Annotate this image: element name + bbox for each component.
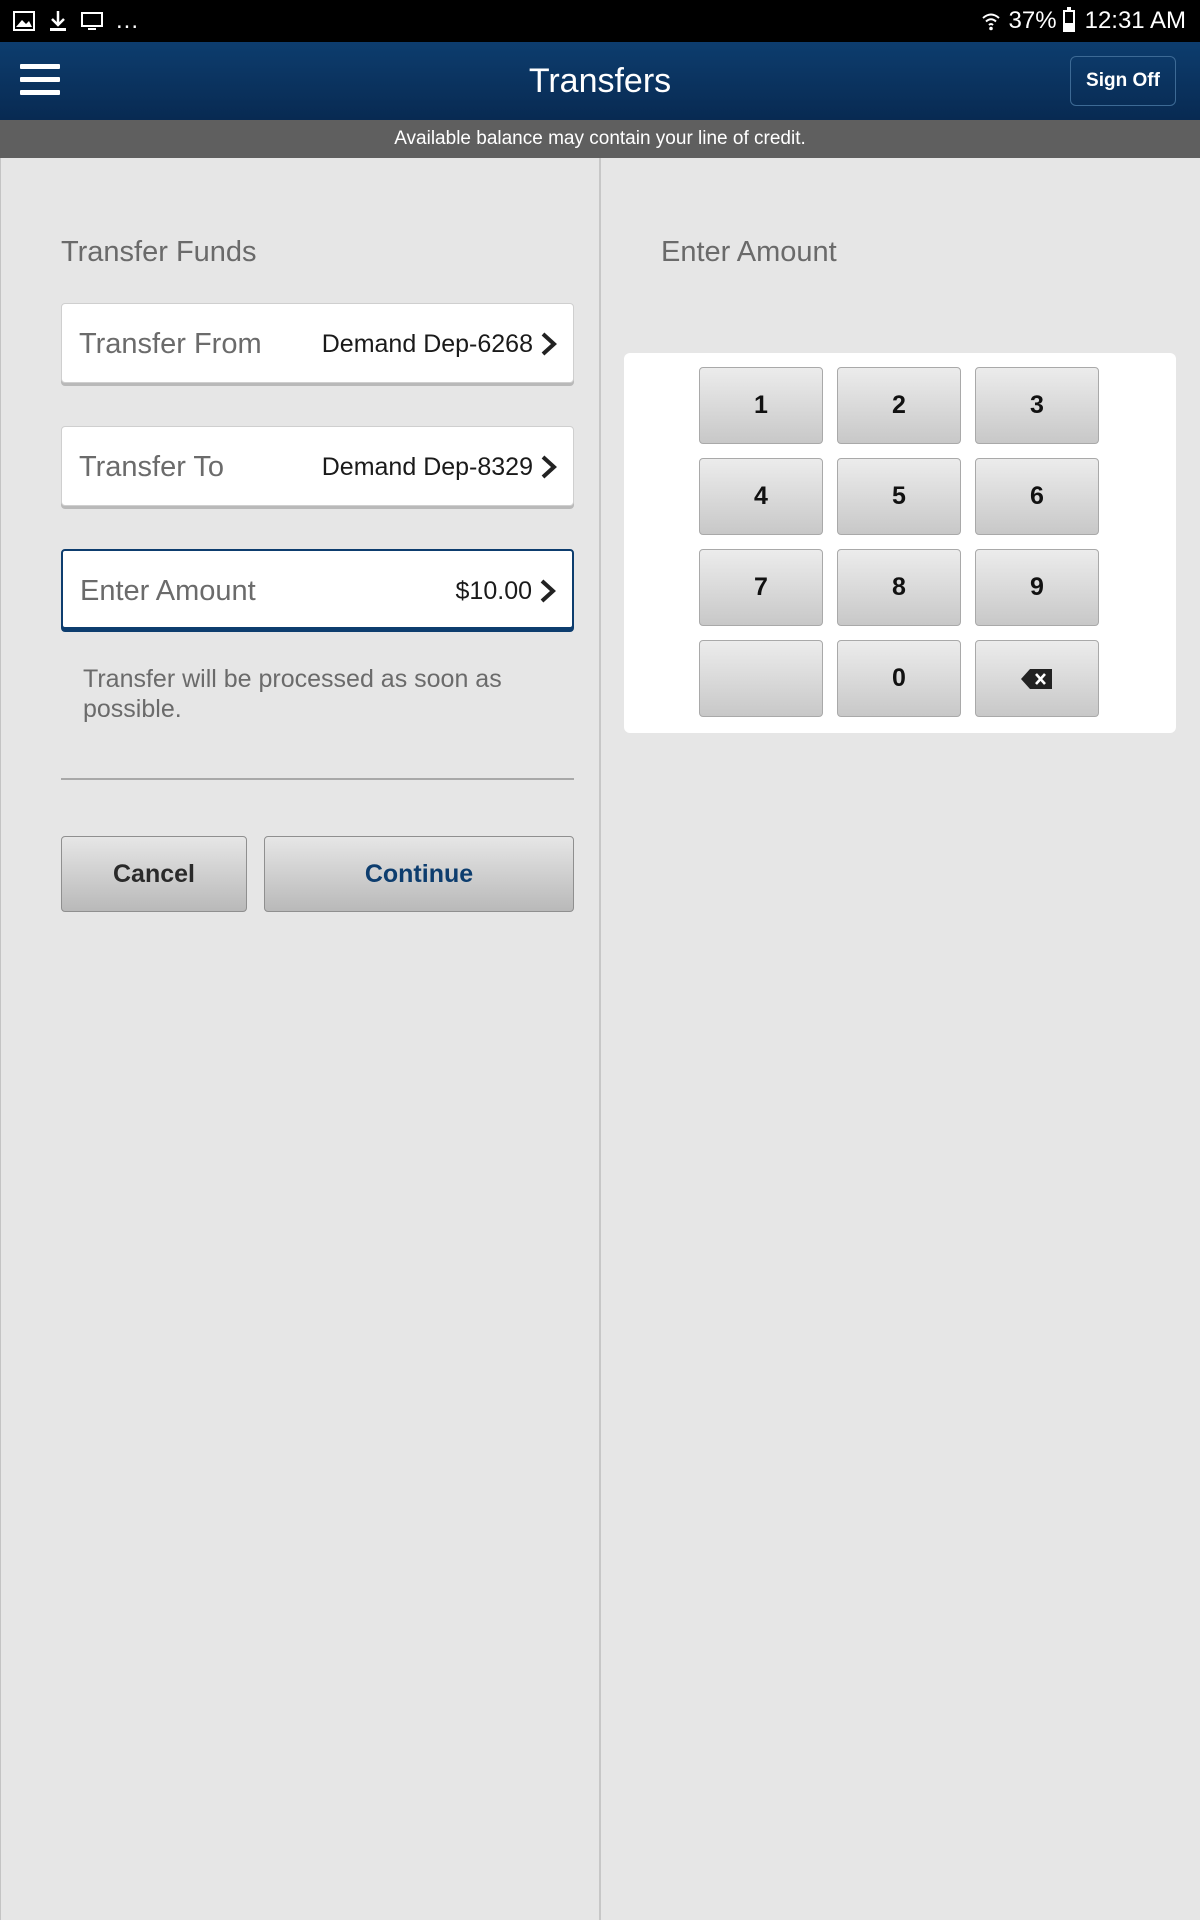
transfer-form-pane [0,158,600,1920]
processing-note: Transfer will be processed as soon as po… [83,665,502,723]
key-4[interactable]: 4 [699,458,823,535]
download-icon [46,9,70,33]
screen-cast-icon [80,9,104,33]
chevron-right-icon [541,455,557,479]
key-7[interactable]: 7 [699,549,823,626]
transfer-funds-heading: Transfer Funds [61,236,257,268]
transfer-from-field[interactable]: Transfer From Demand Dep-6268 [61,303,574,383]
key-6[interactable]: 6 [975,458,1099,535]
key-8[interactable]: 8 [837,549,961,626]
enter-amount-heading: Enter Amount [661,236,837,268]
key-2[interactable]: 2 [837,367,961,444]
credit-notice-banner: Available balance may contain your line … [0,120,1200,158]
transfer-from-value: Demand Dep-6268 [321,330,533,358]
status-bar-left: ... [12,0,139,42]
enter-amount-value: $10.00 [455,577,532,605]
enter-amount-field[interactable]: Enter Amount $10.00 [61,549,574,629]
key-1[interactable]: 1 [699,367,823,444]
chevron-right-icon [541,332,557,356]
transfer-to-value: Demand Dep-8329 [321,453,533,481]
more-notifications: ... [116,7,140,34]
clock: 12:31 AM [1084,7,1186,34]
status-bar-right: 37% 12:31 AM [979,0,1186,42]
key-3[interactable]: 3 [975,367,1099,444]
backspace-icon [1021,668,1052,689]
key-blank[interactable] [699,640,823,717]
transfer-to-label: Transfer To [79,451,225,483]
key-0[interactable]: 0 [837,640,961,717]
battery-icon [1062,7,1075,32]
form-separator [61,778,574,780]
chevron-right-icon [540,579,556,603]
status-bar: ... 37% 12:31 AM [0,0,1200,42]
app-header: Transfers Sign Off [0,42,1200,120]
continue-button[interactable]: Continue [264,836,574,912]
enter-amount-label: Enter Amount [80,575,256,607]
page-title: Transfers [528,62,672,100]
transfer-to-field[interactable]: Transfer To Demand Dep-8329 [61,426,574,506]
sign-off-button[interactable]: Sign Off [1070,56,1176,106]
transfer-from-label: Transfer From [79,328,262,360]
wifi-icon [979,9,1003,33]
image-icon [12,9,36,33]
numeric-keypad: 1 2 3 4 5 6 7 8 9 0 [624,353,1176,733]
backspace-key[interactable] [975,640,1099,717]
key-9[interactable]: 9 [975,549,1099,626]
cancel-button[interactable]: Cancel [61,836,247,912]
battery-percent: 37% [1008,7,1057,34]
key-5[interactable]: 5 [837,458,961,535]
